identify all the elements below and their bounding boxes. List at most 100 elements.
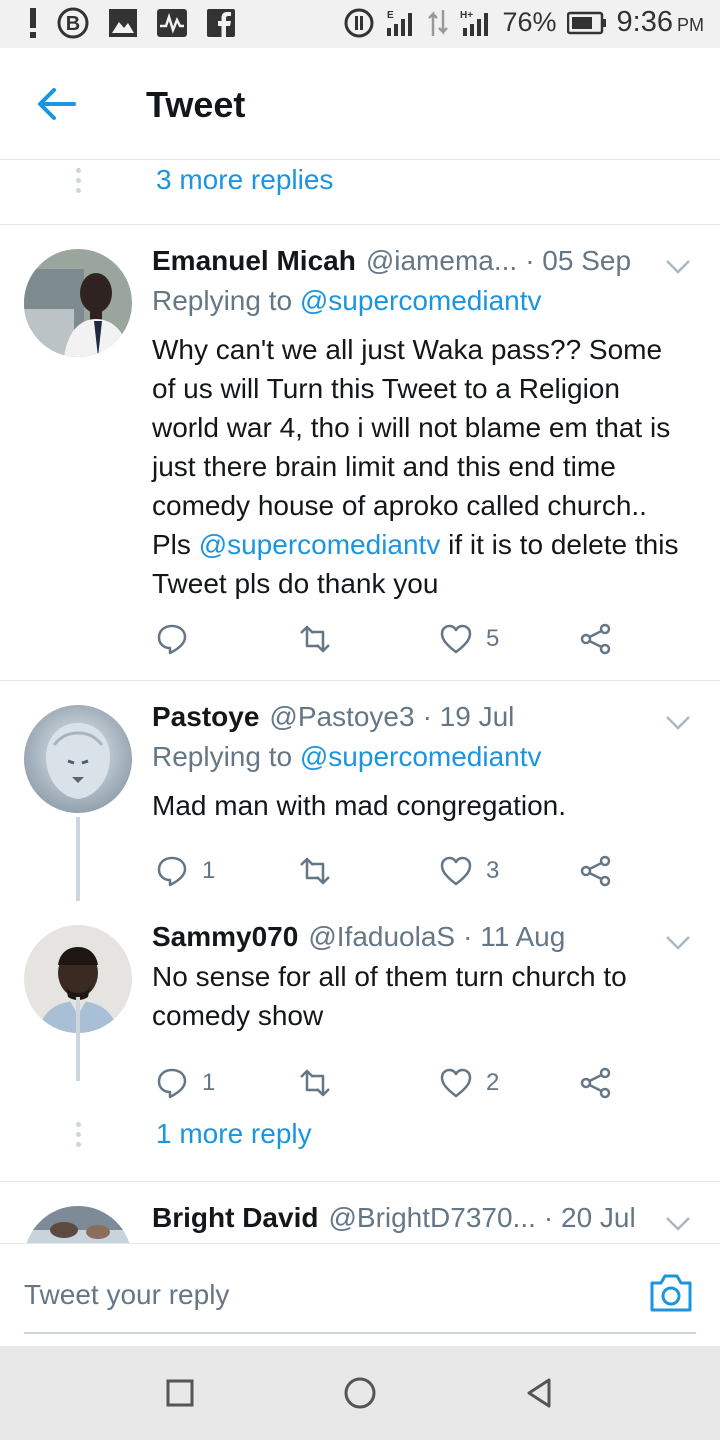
tweet-header: Sammy070 @IfaduolaS · 11 Aug <box>152 921 700 961</box>
app-header: Tweet <box>0 48 720 160</box>
tweet-text: Why can't we all just Waka pass?? Some o… <box>152 334 679 599</box>
status-bar-system: E H+ 76% 9:36 PM <box>343 6 704 39</box>
reply-icon <box>157 1068 187 1099</box>
user-handle[interactable]: @Pastoye3 <box>269 701 414 733</box>
tweet-item[interactable]: Sammy070 @IfaduolaS · 11 Aug No sense fo… <box>0 901 720 1101</box>
tweet-item[interactable]: Bright David @BrightD7370... · 20 Jul <box>0 1182 720 1243</box>
sync-icon <box>343 7 375 39</box>
status-bar-notifications: B <box>28 6 236 40</box>
share-icon <box>580 623 611 655</box>
retweet-button[interactable] <box>298 851 332 891</box>
tweet-date: · 19 Jul <box>422 701 515 732</box>
page-title: Tweet <box>146 84 246 125</box>
camera-button[interactable] <box>648 1272 694 1314</box>
tweet-header: Bright David @BrightD7370... · 20 Jul <box>152 1202 700 1242</box>
more-replies-link[interactable]: 1 more reply <box>156 1118 312 1150</box>
reply-icon <box>157 856 187 887</box>
chevron-down-icon[interactable] <box>664 1214 692 1234</box>
avatar[interactable] <box>24 249 132 357</box>
home-button[interactable] <box>343 1376 377 1410</box>
display-name[interactable]: Sammy070 <box>152 921 298 953</box>
back-button[interactable] <box>34 84 78 124</box>
tweet-actions: 1 3 <box>152 851 632 891</box>
tweet-item[interactable]: Emanuel Micah @iamema... · 05 Sep Replyi… <box>0 225 720 680</box>
tweet-header: Emanuel Micah @iamema... · 05 Sep <box>152 245 700 285</box>
like-count: 5 <box>486 625 500 652</box>
tweet-header: Pastoye @Pastoye3 · 19 Jul <box>152 701 700 741</box>
display-name[interactable]: Emanuel Micah <box>152 245 356 277</box>
back-arrow-icon <box>38 88 76 120</box>
like-count: 3 <box>486 857 500 884</box>
reply-icon <box>157 624 187 655</box>
svg-text:B: B <box>66 13 80 35</box>
share-button[interactable] <box>580 619 612 659</box>
thread-dots <box>74 1122 82 1147</box>
system-nav-bar <box>0 1346 720 1440</box>
reply-count: 1 <box>202 1069 216 1096</box>
retweet-icon <box>300 857 330 885</box>
thread-line <box>76 817 80 901</box>
share-button[interactable] <box>580 851 612 891</box>
reply-input[interactable] <box>24 1260 624 1330</box>
activity-icon <box>156 8 188 38</box>
mention-link[interactable]: @supercomediantv <box>300 285 542 316</box>
data-transfer-icon <box>427 8 449 38</box>
like-button[interactable]: 2 <box>440 1063 499 1103</box>
signal-e-icon: E <box>385 8 417 38</box>
reply-button[interactable] <box>156 619 202 659</box>
tweet-text: No sense for all of them turn church to … <box>152 961 627 1031</box>
battery-percent: 76% <box>502 7 557 37</box>
thread-line <box>76 997 80 1081</box>
retweet-button[interactable] <box>298 619 332 659</box>
display-name[interactable]: Pastoye <box>152 701 259 733</box>
notification-alert-icon <box>28 6 38 40</box>
svg-text:H+: H+ <box>460 10 473 21</box>
camera-icon <box>650 1274 692 1312</box>
user-handle[interactable]: @IfaduolaS <box>308 921 455 953</box>
user-handle[interactable]: @iamema... <box>366 245 517 277</box>
retweet-button[interactable] <box>298 1063 332 1103</box>
mention-link[interactable]: @supercomediantv <box>300 741 542 772</box>
status-time: 9:36 PM <box>616 6 704 38</box>
chevron-down-icon[interactable] <box>664 257 692 277</box>
circle-icon <box>344 1377 376 1409</box>
like-button[interactable]: 5 <box>440 619 499 659</box>
chevron-down-icon[interactable] <box>664 713 692 733</box>
tweet-actions: 1 2 <box>152 1063 632 1103</box>
display-name[interactable]: Bright David <box>152 1202 318 1234</box>
triangle-back-icon <box>527 1378 551 1408</box>
tweet-date: · 05 Sep <box>525 245 632 276</box>
more-replies-link[interactable]: 3 more replies <box>156 164 333 196</box>
share-button[interactable] <box>580 1063 612 1103</box>
b-app-icon: B <box>56 6 90 40</box>
svg-text:E: E <box>387 10 394 21</box>
tweet-actions: 5 <box>152 619 632 659</box>
reply-underline <box>24 1332 696 1334</box>
tweet-date: · 11 Aug <box>463 921 566 952</box>
user-handle[interactable]: @BrightD7370... <box>328 1202 535 1234</box>
reply-button[interactable]: 1 <box>156 851 215 891</box>
heart-icon <box>440 856 472 886</box>
mention-link[interactable]: @supercomediantv <box>199 529 441 560</box>
tweet-item[interactable]: Pastoye @Pastoye3 · 19 Jul Replying to @… <box>0 681 720 901</box>
recents-button[interactable] <box>164 1376 198 1410</box>
share-icon <box>580 855 611 887</box>
share-icon <box>580 1067 611 1099</box>
back-nav-button[interactable] <box>522 1376 556 1410</box>
avatar[interactable] <box>24 1206 132 1243</box>
reply-button[interactable]: 1 <box>156 1063 215 1103</box>
like-count: 2 <box>486 1069 500 1096</box>
signal-h-plus-icon: H+ <box>459 8 493 38</box>
more-replies-row: 1 more reply <box>0 1106 720 1166</box>
thread-dots <box>74 168 82 193</box>
chevron-down-icon[interactable] <box>664 933 692 953</box>
heart-icon <box>440 1068 472 1098</box>
retweet-icon <box>300 625 330 653</box>
replying-to: Replying to @supercomediantv <box>152 285 542 316</box>
tweet-thread: 3 more replies Emanuel Micah @iamema... … <box>0 160 720 1243</box>
square-icon <box>166 1379 194 1407</box>
like-button[interactable]: 3 <box>440 851 499 891</box>
avatar[interactable] <box>24 705 132 813</box>
tweet-date: · 20 Jul <box>543 1202 636 1233</box>
tweet-text: Mad man with mad congregation. <box>152 790 566 821</box>
